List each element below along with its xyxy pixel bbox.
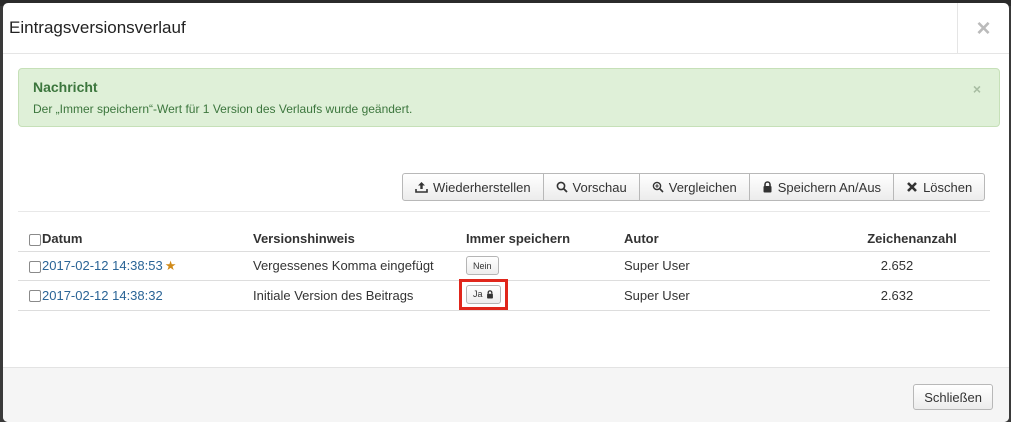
toggle-keep-button[interactable]: Speichern An/Aus [748, 173, 895, 201]
restore-label: Wiederherstellen [433, 179, 531, 195]
header-chars: Zeichenanzahl [867, 231, 957, 247]
version-toolbar: Wiederherstellen Vorschau Vergleichen Sp… [402, 173, 986, 201]
delete-label: Löschen [923, 179, 973, 195]
toggle-keep-label: Speichern An/Aus [777, 179, 882, 195]
table-row: 2017-02-12 14:38:32 Initiale Version des… [18, 278, 990, 311]
alert-message: Der „Immer speichern“-Wert für 1 Version… [33, 102, 413, 116]
version-author: Super User [624, 250, 804, 280]
close-icon[interactable]: × [957, 3, 1009, 54]
header-keep: Immer speichern [466, 231, 571, 247]
select-all-checkbox[interactable] [29, 233, 41, 246]
row-checkbox[interactable] [29, 290, 41, 303]
header-date[interactable]: Datum [42, 227, 253, 251]
upload-icon [415, 181, 428, 193]
version-author: Super User [624, 279, 804, 311]
lock-icon [486, 289, 494, 299]
keep-label: Nein [473, 260, 492, 271]
highlight-box: Ja [459, 278, 508, 310]
compare-button[interactable]: Vergleichen [638, 173, 750, 201]
version-history-modal: Eintragsversionsverlauf × Nachricht Der … [3, 3, 1009, 422]
select-all-cell [18, 227, 42, 251]
close-button[interactable]: Schließen [913, 384, 993, 410]
keep-forever-toggle[interactable]: Nein [466, 256, 499, 275]
success-alert: Nachricht Der „Immer speichern“-Wert für… [18, 68, 1000, 127]
table-header-row: Datum Versionshinweis Immer speichern Au… [18, 227, 990, 251]
row-checkbox[interactable] [29, 260, 41, 273]
versions-table: Datum Versionshinweis Immer speichern Au… [18, 227, 990, 311]
divider [18, 211, 990, 212]
star-icon: ★ [164, 257, 177, 273]
preview-button[interactable]: Vorschau [542, 173, 640, 201]
version-note: Vergessenes Komma eingefügt [253, 250, 466, 280]
header-author: Autor [624, 231, 659, 247]
compare-label: Vergleichen [668, 179, 737, 195]
keep-forever-toggle[interactable]: Ja [466, 284, 501, 304]
table-row: 2017-02-12 14:38:53 ★ Vergessenes Komma e… [18, 250, 990, 280]
delete-button[interactable]: Löschen [893, 173, 986, 201]
keep-label: Ja [473, 289, 483, 299]
version-note: Initiale Version des Beitrags [253, 279, 466, 311]
header-note: Versionshinweis [253, 231, 355, 247]
restore-button[interactable]: Wiederherstellen [402, 173, 544, 201]
close-icon [906, 181, 918, 193]
alert-heading: Nachricht [33, 79, 98, 95]
alert-close-icon[interactable]: × [973, 81, 981, 97]
modal-footer: Schließen [3, 367, 1009, 422]
preview-label: Vorschau [572, 179, 627, 195]
zoom-in-icon [652, 181, 664, 193]
version-chars: 2.632 [804, 279, 990, 311]
modal-title: Eintragsversionsverlauf [9, 18, 186, 37]
search-icon [556, 181, 568, 193]
version-date-link[interactable]: 2017-02-12 14:38:32 [42, 288, 163, 303]
modal-header: Eintragsversionsverlauf × [3, 3, 1009, 54]
version-date-link[interactable]: 2017-02-12 14:38:53 [42, 258, 163, 273]
version-chars: 2.652 [804, 250, 990, 280]
lock-icon [762, 181, 773, 193]
